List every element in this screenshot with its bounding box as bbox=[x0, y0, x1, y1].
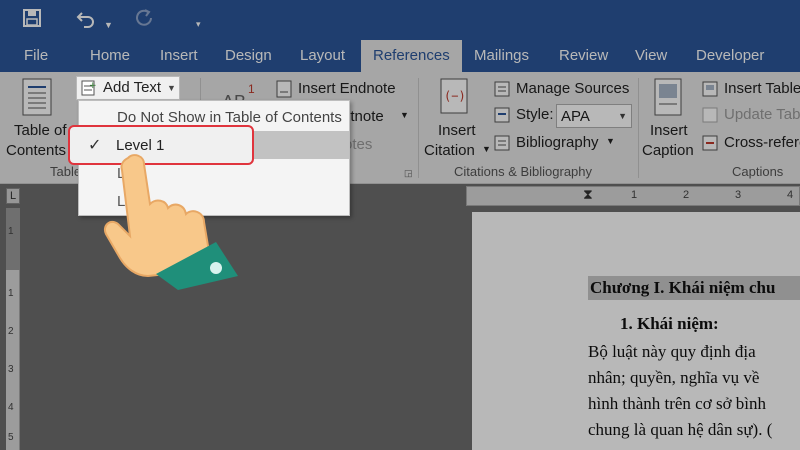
add-text-icon: + bbox=[81, 80, 97, 101]
svg-text:+: + bbox=[89, 81, 97, 91]
chevron-down-icon: ▼ bbox=[167, 83, 176, 93]
pointing-hand-icon bbox=[100, 150, 250, 290]
add-text-label: Add Text bbox=[103, 79, 162, 96]
add-text-button[interactable]: + Add Text ▼ bbox=[76, 76, 180, 100]
menu-item-do-not-show[interactable]: Do Not Show in Table of Contents bbox=[117, 109, 342, 126]
